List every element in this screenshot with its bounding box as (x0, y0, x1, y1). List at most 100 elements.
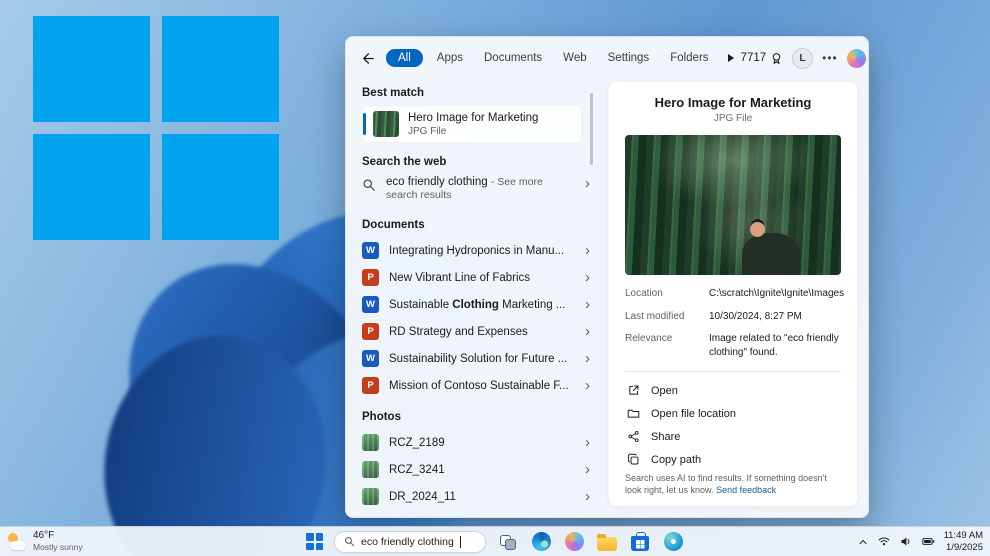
chevron-right-icon[interactable]: › (585, 324, 590, 339)
tab-web[interactable]: Web (556, 49, 593, 67)
logo-square (33, 134, 150, 240)
powerpoint-icon: P (362, 377, 379, 394)
rewards-button[interactable]: 7717 (741, 52, 784, 65)
search-flyout: All Apps Documents Web Settings Folders … (345, 36, 869, 518)
taskbar-search-input[interactable]: eco friendly clothing (334, 531, 486, 553)
photo-thumbnail-icon (362, 488, 379, 505)
account-avatar[interactable]: L (792, 48, 813, 69)
search-icon (344, 536, 355, 547)
action-copy-path[interactable]: Copy path (625, 448, 841, 471)
chevron-right-icon[interactable]: › (585, 489, 590, 504)
document-result[interactable]: P RD Strategy and Expenses › (362, 318, 590, 345)
weather-temperature: 46°F (33, 530, 83, 542)
result-title: Sustainable Clothing Marketing ... (389, 299, 565, 311)
photos-app-icon[interactable] (662, 531, 684, 553)
wifi-icon[interactable] (877, 535, 891, 548)
divider (625, 371, 841, 372)
show-hidden-icons-chevron[interactable] (857, 536, 869, 548)
result-title: RCZ_2189 (389, 437, 445, 449)
copy-icon (627, 453, 640, 466)
start-button[interactable] (306, 533, 323, 550)
chevron-right-icon[interactable]: › (585, 270, 590, 285)
file-details: Location C:\scratch\Ignite\Ignite\Images… (625, 287, 841, 368)
action-open-file-location[interactable]: Open file location (625, 402, 841, 425)
open-icon (627, 384, 640, 397)
task-view-icon[interactable] (497, 531, 519, 553)
document-result[interactable]: W Sustainability Solution for Future ...… (362, 345, 590, 372)
preview-title: Hero Image for Marketing (625, 95, 841, 110)
photo-thumbnail-icon (362, 461, 379, 478)
chevron-right-icon[interactable]: › (585, 435, 590, 450)
document-result[interactable]: P New Vibrant Line of Fabrics › (362, 264, 590, 291)
chevron-right-icon[interactable]: › (585, 378, 590, 393)
word-icon: W (362, 242, 379, 259)
battery-icon[interactable] (921, 535, 936, 548)
action-label: Copy path (651, 454, 701, 466)
system-tray: 11:49 AM 1/9/2025 (857, 530, 983, 554)
copilot-taskbar-icon[interactable] (563, 531, 585, 553)
powerpoint-icon: P (362, 323, 379, 340)
photo-result[interactable]: RCZ_3241 › (362, 456, 590, 483)
taskbar-clock[interactable]: 11:49 AM 1/9/2025 (944, 530, 983, 554)
weather-widget[interactable]: 46°F Mostly sunny (7, 530, 83, 552)
detail-label: Relevance (625, 332, 701, 359)
chevron-right-icon[interactable]: › (585, 243, 590, 258)
search-icon (362, 178, 376, 192)
document-result[interactable]: W Sustainable Clothing Marketing ... › (362, 291, 590, 318)
photo-thumbnail-icon (362, 434, 379, 451)
photo-result[interactable]: DR_2024_11 › (362, 483, 590, 510)
taskbar: 46°F Mostly sunny eco friendly clothing (0, 526, 990, 556)
ai-disclaimer: Search uses AI to find results. If somet… (625, 472, 841, 497)
person-silhouette (742, 233, 800, 275)
web-query-line2: search results (386, 189, 543, 201)
result-title: Sustainability Solution for Future ... (389, 353, 567, 365)
action-open[interactable]: Open (625, 379, 841, 402)
photo-result[interactable]: RCZ_2189 › (362, 429, 590, 456)
best-match-result[interactable]: Hero Image for Marketing JPG File (362, 105, 582, 143)
more-options-icon[interactable]: ••• (822, 51, 838, 65)
result-title: Mission of Contoso Sustainable F... (389, 380, 569, 392)
tab-apps[interactable]: Apps (430, 49, 470, 67)
action-share[interactable]: Share (625, 425, 841, 448)
chevron-right-icon[interactable]: › (585, 176, 590, 191)
action-label: Open file location (651, 408, 736, 420)
store-bag-glyph (631, 536, 649, 551)
tab-all[interactable]: All (386, 49, 423, 67)
chevron-right-icon[interactable]: › (585, 297, 590, 312)
file-explorer-icon[interactable] (596, 531, 618, 553)
result-title: DR_2024_11 (389, 491, 456, 503)
document-result[interactable]: W Integrating Hydroponics in Manu... › (362, 237, 590, 264)
clock-date: 1/9/2025 (944, 542, 983, 554)
topbar-actions: 7717 L ••• (741, 48, 866, 69)
detail-value: Image related to "eco friendly clothing"… (709, 332, 841, 359)
detail-row: Last modified 10/30/2024, 8:27 PM (625, 310, 841, 324)
copilot-logo (565, 532, 584, 551)
web-search-result[interactable]: eco friendly clothing - See more search … (362, 174, 590, 206)
chevron-right-icon[interactable]: › (585, 351, 590, 366)
chevron-right-icon[interactable]: › (585, 462, 590, 477)
back-icon[interactable] (360, 51, 375, 66)
folder-icon (627, 407, 640, 420)
edge-icon[interactable] (530, 531, 552, 553)
volume-icon[interactable] (899, 535, 913, 548)
text-cursor (460, 536, 461, 548)
send-feedback-link[interactable]: Send feedback (716, 485, 776, 495)
logo-square (162, 134, 279, 240)
scrollbar[interactable] (590, 93, 593, 165)
tabs-scroll-more-icon[interactable] (728, 54, 734, 62)
result-title: Hero Image for Marketing (408, 111, 538, 125)
tab-settings[interactable]: Settings (601, 49, 657, 67)
result-subtitle: JPG File (408, 126, 538, 137)
result-title: RCZ_3241 (389, 464, 445, 476)
microsoft-store-icon[interactable] (629, 531, 651, 553)
section-header-best-match: Best match (362, 87, 598, 99)
photos-logo (664, 532, 683, 551)
search-input-value: eco friendly clothing (361, 536, 454, 548)
tab-folders[interactable]: Folders (663, 49, 715, 67)
copilot-icon[interactable] (847, 49, 866, 68)
preview-image (625, 135, 841, 275)
cloud-icon (10, 541, 26, 550)
selection-accent (363, 113, 366, 135)
document-result[interactable]: P Mission of Contoso Sustainable F... › (362, 372, 590, 399)
tab-documents[interactable]: Documents (477, 49, 549, 67)
